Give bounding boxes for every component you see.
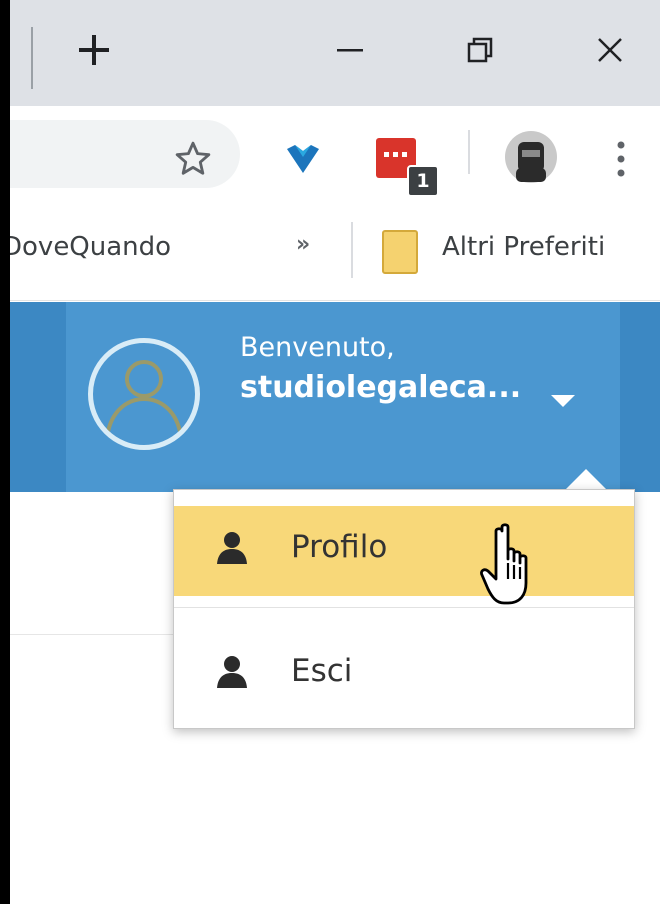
plus-icon <box>79 35 109 65</box>
bookmark-item[interactable]: DoveQuando <box>10 232 171 262</box>
bookmark-star-button[interactable] <box>168 134 218 184</box>
menu-divider <box>174 607 634 608</box>
bookmarks-separator <box>351 222 353 278</box>
username: studiolegaleca... <box>240 370 522 405</box>
user-dropdown-menu: Profilo Esci <box>173 489 635 729</box>
browser-window: 1 DoveQuando » Altri Preferiti Benvenuto… <box>10 0 660 904</box>
close-icon <box>598 38 622 62</box>
chevron-down-icon <box>551 395 575 407</box>
extension-badge: 1 <box>407 165 439 197</box>
user-icon <box>217 656 247 688</box>
restore-icon <box>467 37 493 63</box>
user-avatar-icon <box>105 360 183 438</box>
other-bookmarks-folder[interactable]: Altri Preferiti <box>442 232 605 262</box>
user-menu-toggle[interactable]: Benvenuto, studiolegaleca... <box>66 302 620 492</box>
menu-item-esci[interactable]: Esci <box>174 630 634 720</box>
content-divider <box>10 634 175 635</box>
extension-1-button[interactable] <box>278 134 328 184</box>
menu-item-label: Esci <box>291 653 353 689</box>
close-button[interactable] <box>580 20 640 80</box>
new-tab-button[interactable] <box>64 20 124 80</box>
bookmarks-bar: DoveQuando » Altri Preferiti <box>10 200 660 301</box>
title-bar <box>10 0 660 106</box>
user-icon <box>217 532 247 564</box>
vertical-dots-icon <box>617 141 625 177</box>
minimize-button[interactable] <box>320 20 380 80</box>
user-avatar <box>88 338 200 450</box>
profile-button[interactable] <box>504 130 558 184</box>
toolbar-separator <box>468 130 470 174</box>
menu-item-label: Profilo <box>291 529 388 565</box>
folder-icon <box>382 230 418 274</box>
site-header: Benvenuto, studiolegaleca... <box>10 302 660 492</box>
bookmarks-overflow-button[interactable]: » <box>296 232 310 257</box>
menu-item-profilo[interactable]: Profilo <box>174 506 634 596</box>
welcome-text: Benvenuto, <box>240 332 395 363</box>
heart-diamond-icon <box>287 145 319 173</box>
browser-toolbar <box>10 106 660 200</box>
browser-menu-button[interactable] <box>606 134 636 184</box>
restore-button[interactable] <box>450 20 510 80</box>
minimize-icon <box>337 49 363 52</box>
tab-divider <box>31 27 33 89</box>
profile-avatar-icon <box>505 131 557 183</box>
star-icon <box>175 141 211 175</box>
menu-pointer <box>564 469 608 491</box>
hand-cursor-icon <box>480 523 528 605</box>
